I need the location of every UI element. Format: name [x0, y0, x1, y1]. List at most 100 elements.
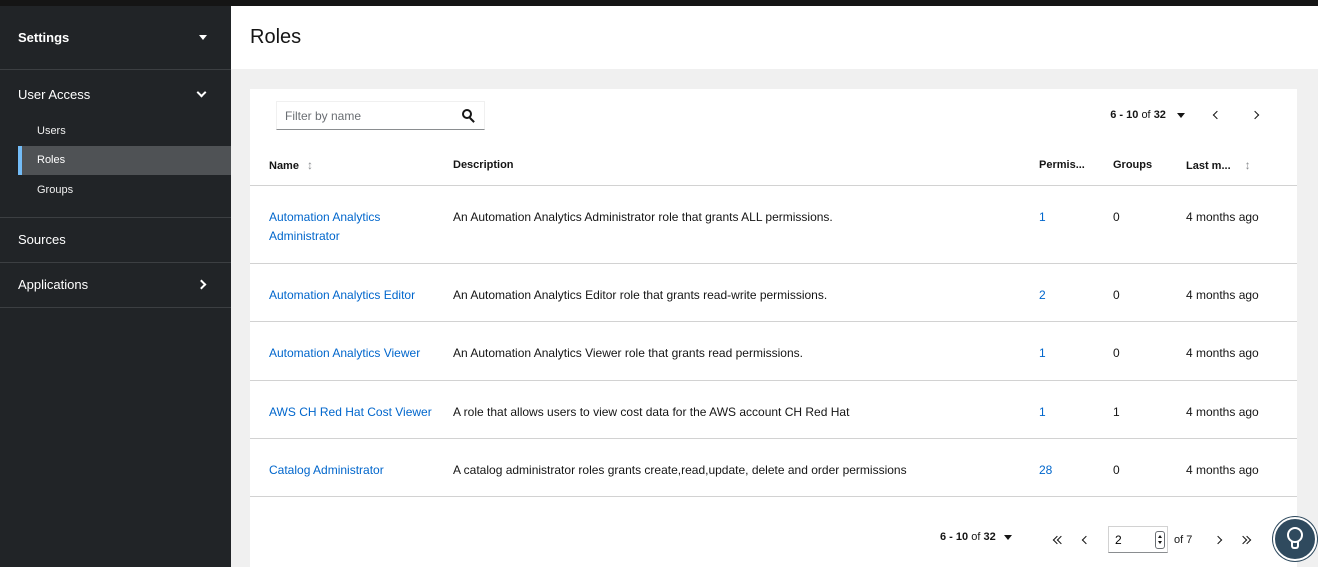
last-modified: 4 months ago — [1186, 380, 1297, 439]
last-modified: 4 months ago — [1186, 263, 1297, 322]
table-row: Automation Analytics Viewer An Automatio… — [250, 321, 1297, 381]
role-description: A catalog administrator roles grants cre… — [453, 438, 1039, 497]
column-header-groups: Groups — [1113, 145, 1186, 186]
role-name-link[interactable]: Automation Analytics Viewer — [269, 346, 420, 360]
sidebar-item-label: Roles — [37, 154, 66, 167]
chevron-left-icon — [1212, 110, 1222, 120]
sidebar-item-label: Groups — [37, 183, 74, 196]
caret-down-icon — [199, 35, 207, 40]
table-header-row: Name ↕ Description Permis... Groups Last … — [250, 145, 1297, 186]
search-box — [276, 101, 485, 130]
pagination-bottom: 6 - 10 of 32 of 7 — [250, 521, 1297, 561]
settings-title: Settings — [18, 30, 70, 45]
permissions-count-link[interactable]: 1 — [1039, 210, 1046, 224]
sidebar-item-roles[interactable]: Roles — [18, 145, 231, 175]
column-header-description: Description — [453, 145, 1039, 186]
column-label: Last m... — [1186, 159, 1231, 172]
sidebar-item-label: Sources — [18, 232, 66, 247]
column-header-permissions: Permis... — [1039, 145, 1113, 186]
role-name-link[interactable]: Automation Analytics Editor — [269, 288, 415, 302]
sidebar-item-groups[interactable]: Groups — [0, 175, 231, 205]
groups-count: 1 — [1113, 380, 1186, 439]
column-label: Groups — [1113, 158, 1153, 171]
last-modified: 4 months ago — [1186, 438, 1297, 497]
permissions-count-link[interactable]: 2 — [1039, 288, 1046, 302]
chevron-left-icon — [1081, 535, 1091, 544]
lightbulb-icon — [1287, 527, 1303, 551]
search-icon[interactable] — [462, 108, 476, 123]
chevron-down-icon — [196, 87, 207, 97]
sort-icon: ↕ — [1244, 157, 1251, 172]
pagination-count-toggle[interactable]: 6 - 10 of 32 — [940, 531, 1012, 543]
sidebar-item-label: Users — [37, 124, 66, 137]
table-row: AWS CH Red Hat Cost Viewer A role that a… — [250, 380, 1297, 439]
table-row: Catalog Administrator A catalog administ… — [250, 438, 1297, 497]
pagination-of: of — [971, 531, 981, 543]
last-page-button[interactable] — [1232, 535, 1258, 544]
table-toolbar: 6 - 10 of 32 — [250, 89, 1297, 145]
pagination-range: 6 - 10 — [1110, 109, 1139, 121]
chevron-right-icon — [1250, 110, 1260, 120]
next-page-button[interactable] — [1245, 110, 1265, 120]
previous-page-button[interactable] — [1076, 535, 1096, 544]
permissions-count-link[interactable]: 28 — [1039, 463, 1052, 477]
pagination-total: 32 — [983, 531, 996, 543]
role-description: An Automation Analytics Viewer role that… — [453, 321, 1039, 381]
role-description: An Automation Analytics Administrator ro… — [453, 185, 1039, 264]
permissions-count-link[interactable]: 1 — [1039, 346, 1046, 360]
column-label: Name — [269, 159, 299, 172]
table-row: Automation Analytics Editor An Automatio… — [250, 263, 1297, 322]
roles-card: 6 - 10 of 32 Name ↕ Description Permis...… — [250, 89, 1297, 567]
sidebar: Settings User Access Users Roles Groups … — [0, 6, 231, 567]
sidebar-item-applications[interactable]: Applications — [0, 263, 231, 307]
pagination-range: 6 - 10 — [940, 531, 969, 543]
roles-table: Name ↕ Description Permis... Groups Last … — [250, 145, 1297, 497]
sidebar-group-sources: Sources — [0, 218, 231, 263]
page-stepper[interactable] — [1155, 530, 1165, 549]
column-label: Description — [453, 158, 514, 171]
page-number-field — [1108, 526, 1168, 553]
main-content: Roles 6 - 10 of 32 Name ↕ — [231, 6, 1318, 567]
help-button[interactable] — [1273, 517, 1317, 561]
chevron-right-icon — [1214, 535, 1223, 544]
last-modified: 4 months ago — [1186, 321, 1297, 381]
page-header: Roles — [231, 6, 1318, 69]
groups-count: 0 — [1113, 185, 1186, 264]
pagination-total: 32 — [1153, 109, 1166, 121]
page-number-input[interactable] — [1115, 532, 1151, 547]
next-page-button[interactable] — [1208, 535, 1228, 544]
search-input[interactable] — [285, 108, 445, 123]
groups-count: 0 — [1113, 438, 1186, 497]
role-name-link[interactable]: Catalog Administrator — [269, 463, 384, 477]
page-title: Roles — [250, 26, 302, 48]
last-modified: 4 months ago — [1186, 185, 1297, 264]
column-header-last-modified[interactable]: Last m... ↕ — [1186, 145, 1297, 186]
double-chevron-right-icon-part — [1243, 535, 1252, 544]
pagination-count-toggle[interactable]: 6 - 10 of 32 — [1110, 109, 1185, 121]
sidebar-group-applications: Applications — [0, 263, 231, 308]
settings-dropdown[interactable]: Settings — [0, 6, 231, 70]
column-label: Permis... — [1039, 158, 1085, 171]
pagination-nav: of 7 — [1046, 526, 1258, 553]
sort-icon: ↕ — [306, 157, 313, 172]
role-name-link[interactable]: AWS CH Red Hat Cost Viewer — [269, 405, 432, 419]
sidebar-item-label: User Access — [18, 86, 91, 102]
groups-count: 0 — [1113, 263, 1186, 322]
user-access-subnav: Users Roles Groups — [0, 116, 231, 217]
table-row: Automation Analytics Administrator An Au… — [250, 185, 1297, 264]
sidebar-item-users[interactable]: Users — [0, 116, 231, 146]
caret-down-icon — [1003, 534, 1012, 540]
column-header-name[interactable]: Name ↕ — [250, 145, 453, 186]
previous-page-button[interactable] — [1207, 110, 1227, 120]
sidebar-item-user-access[interactable]: User Access — [0, 72, 231, 116]
role-name-link[interactable]: Automation Analytics Administrator — [269, 210, 380, 243]
pagination-top: 6 - 10 of 32 — [1110, 109, 1265, 121]
caret-down-icon — [1177, 113, 1185, 118]
page-total-label: of 7 — [1174, 533, 1193, 546]
role-description: An Automation Analytics Editor role that… — [453, 263, 1039, 322]
groups-count: 0 — [1113, 321, 1186, 381]
first-page-button[interactable] — [1046, 535, 1072, 544]
permissions-count-link[interactable]: 1 — [1039, 405, 1046, 419]
role-description: A role that allows users to view cost da… — [453, 380, 1039, 439]
sidebar-item-sources[interactable]: Sources — [0, 218, 231, 262]
